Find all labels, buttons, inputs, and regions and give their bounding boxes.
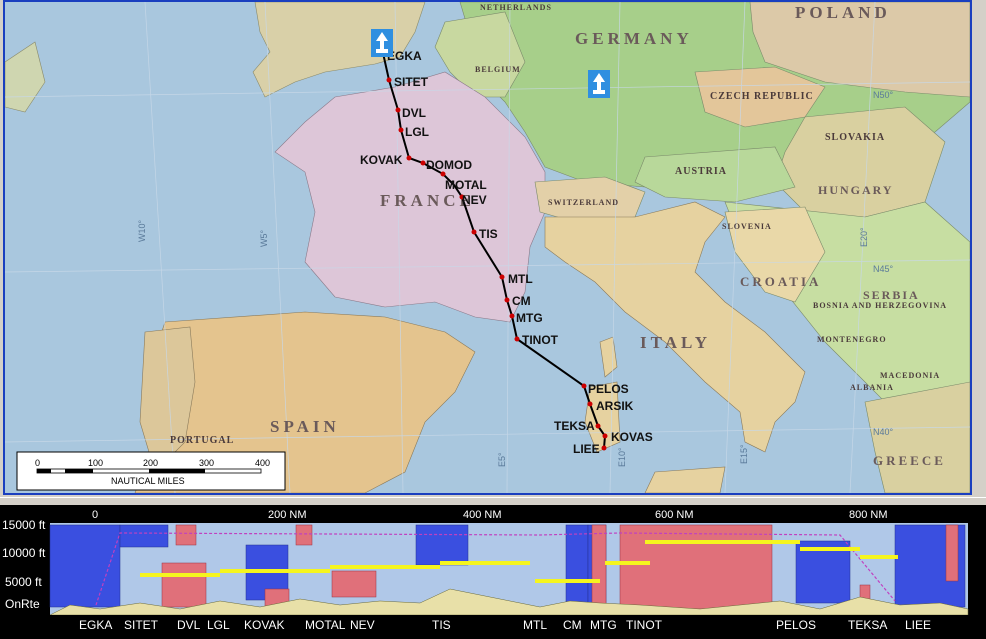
waypoint-label-tis: TIS — [479, 227, 498, 241]
profile-y-label-5000: 5000 ft — [5, 575, 42, 589]
grid-label-w10: W10° — [137, 219, 147, 242]
profile-wpt-dvl: DVL — [177, 618, 201, 632]
profile-wpt-nev: NEV — [350, 618, 375, 632]
waypoint-label-kovak: KOVAK — [360, 153, 403, 167]
waypoint-label-nev: NEV — [462, 193, 487, 207]
profile-wpt-liee: LIEE — [905, 618, 931, 632]
profile-wpt-cm: CM — [563, 618, 582, 632]
waypoint-marker-liee[interactable] — [601, 445, 607, 451]
waypoint-marker-kovas[interactable] — [602, 433, 608, 439]
scale-tick-100: 100 — [88, 458, 103, 468]
label-austria: AUSTRIA — [675, 166, 727, 177]
profile-wpt-egka: EGKA — [79, 618, 112, 632]
profile-wpt-kovak: KOVAK — [244, 618, 284, 632]
waypoint-marker-pelos[interactable] — [581, 383, 587, 389]
label-belgium: BELGIUM — [475, 65, 521, 74]
label-croatia: CROATIA — [740, 274, 821, 289]
label-italy: ITALY — [640, 333, 711, 352]
label-hungary: HUNGARY — [818, 183, 894, 197]
scale-tick-300: 300 — [199, 458, 214, 468]
scale-bar: 0 100 200 300 400 NAUTICAL MILES — [16, 451, 286, 491]
waypoint-label-teksa: TEKSA — [554, 419, 595, 433]
waypoint-marker-mtg[interactable] — [509, 313, 515, 319]
waypoint-label-mtl: MTL — [508, 272, 533, 286]
scale-tick-400: 400 — [255, 458, 270, 468]
map-canvas[interactable]: N50° N45° N40° W10° W5° E5° E10° E15° E2… — [5, 2, 970, 493]
waypoint-label-tinot: TINOT — [522, 333, 559, 347]
profile-x-label-600: 600 NM — [655, 509, 694, 521]
profile-wpt-sitet: SITET — [124, 618, 159, 632]
waypoint-label-liee: LIEE — [573, 442, 600, 456]
waypoint-label-dvl: DVL — [402, 106, 426, 120]
profile-x-label-400: 400 NM — [463, 509, 502, 521]
label-portugal: PORTUGAL — [170, 435, 234, 446]
waypoint-marker-teksa[interactable] — [595, 423, 601, 429]
waypoint-marker-mtl[interactable] — [499, 274, 505, 280]
label-germany: GERMANY — [575, 29, 693, 48]
waypoint-marker-tinot[interactable] — [514, 336, 520, 342]
label-serbia: SERBIA — [863, 288, 920, 302]
profile-wpt-pelos: PELOS — [776, 618, 816, 632]
grid-label-e5: E5° — [497, 452, 507, 467]
waypoint-marker-arsik[interactable] — [587, 401, 593, 407]
label-poland: POLAND — [795, 3, 891, 22]
label-slovakia: SLOVAKIA — [825, 132, 885, 143]
profile-x-label-200: 200 NM — [268, 509, 307, 521]
profile-wpt-motal: MOTAL — [305, 618, 346, 632]
scale-tick-0: 0 — [35, 458, 40, 468]
waypoint-label-mtg: MTG — [516, 311, 543, 325]
label-switzerland: SWITZERLAND — [548, 198, 619, 207]
profile-x-label-0: 0 — [92, 509, 98, 521]
waypoint-label-kovas: KOVAS — [611, 430, 653, 444]
grid-label-e15: E15° — [739, 444, 749, 464]
waypoint-label-cm: CM — [512, 294, 531, 308]
waypoint-label-lgl: LGL — [405, 125, 429, 139]
label-bosnia: BOSNIA AND HERZEGOVINA — [813, 301, 947, 310]
label-spain: SPAIN — [270, 417, 340, 436]
profile-wpt-mtl: MTL — [523, 618, 547, 632]
profile-wpt-tinot: TINOT — [626, 618, 663, 632]
profile-y-label-onrte: OnRte — [5, 597, 40, 611]
profile-y-label-10000: 10000 ft — [2, 546, 46, 560]
departure-airport-icon[interactable] — [371, 29, 393, 57]
profile-x-label-800: 800 NM — [849, 509, 888, 521]
scale-tick-200: 200 — [143, 458, 158, 468]
label-albania: ALBANIA — [850, 383, 894, 392]
label-greece: GREECE — [873, 453, 946, 468]
profile-wpt-tis: TIS — [432, 618, 451, 632]
label-macedonia: MACEDONIA — [880, 371, 940, 380]
label-slovenia: SLOVENIA — [722, 222, 772, 231]
grid-label-n50: N50° — [873, 90, 894, 100]
route-map[interactable]: N50° N45° N40° W10° W5° E5° E10° E15° E2… — [3, 0, 972, 495]
grid-label-e10: E10° — [617, 447, 627, 467]
waypoint-label-motal: MOTAL — [445, 178, 487, 192]
profile-wpt-lgl: LGL — [207, 618, 230, 632]
label-netherlands: NETHERLANDS — [480, 3, 552, 12]
profile-y-label-15000: 15000 ft — [2, 518, 46, 532]
vertical-profile-panel[interactable]: 15000 ft 10000 ft 5000 ft OnRte 0 200 NM… — [0, 505, 986, 639]
waypoint-marker-domod[interactable] — [420, 160, 426, 166]
label-czech: CZECH REPUBLIC — [710, 91, 814, 102]
scale-caption: NAUTICAL MILES — [111, 476, 185, 486]
airport-icon-germany[interactable] — [588, 70, 610, 98]
waypoint-label-domod: DOMOD — [426, 158, 472, 172]
grid-label-n45: N45° — [873, 264, 894, 274]
profile-canvas[interactable]: 15000 ft 10000 ft 5000 ft OnRte 0 200 NM… — [0, 505, 986, 639]
profile-wpt-teksa: TEKSA — [848, 618, 887, 632]
waypoint-marker-lgl[interactable] — [398, 127, 404, 133]
waypoint-label-arsik: ARSIK — [596, 399, 634, 413]
waypoint-marker-motal[interactable] — [440, 171, 446, 177]
grid-label-w5: W5° — [259, 230, 269, 248]
grid-label-n40: N40° — [873, 427, 894, 437]
waypoint-marker-tis[interactable] — [471, 229, 477, 235]
waypoint-marker-sitet[interactable] — [386, 77, 392, 83]
grid-label-e20: E20° — [859, 227, 869, 247]
waypoint-label-pelos: PELOS — [588, 382, 629, 396]
waypoint-marker-kovak[interactable] — [406, 155, 412, 161]
profile-wpt-mtg: MTG — [590, 618, 617, 632]
waypoint-marker-dvl[interactable] — [395, 107, 401, 113]
waypoint-label-sitet: SITET — [394, 75, 429, 89]
label-montenegro: MONTENEGRO — [817, 335, 887, 344]
waypoint-marker-cm[interactable] — [504, 297, 510, 303]
